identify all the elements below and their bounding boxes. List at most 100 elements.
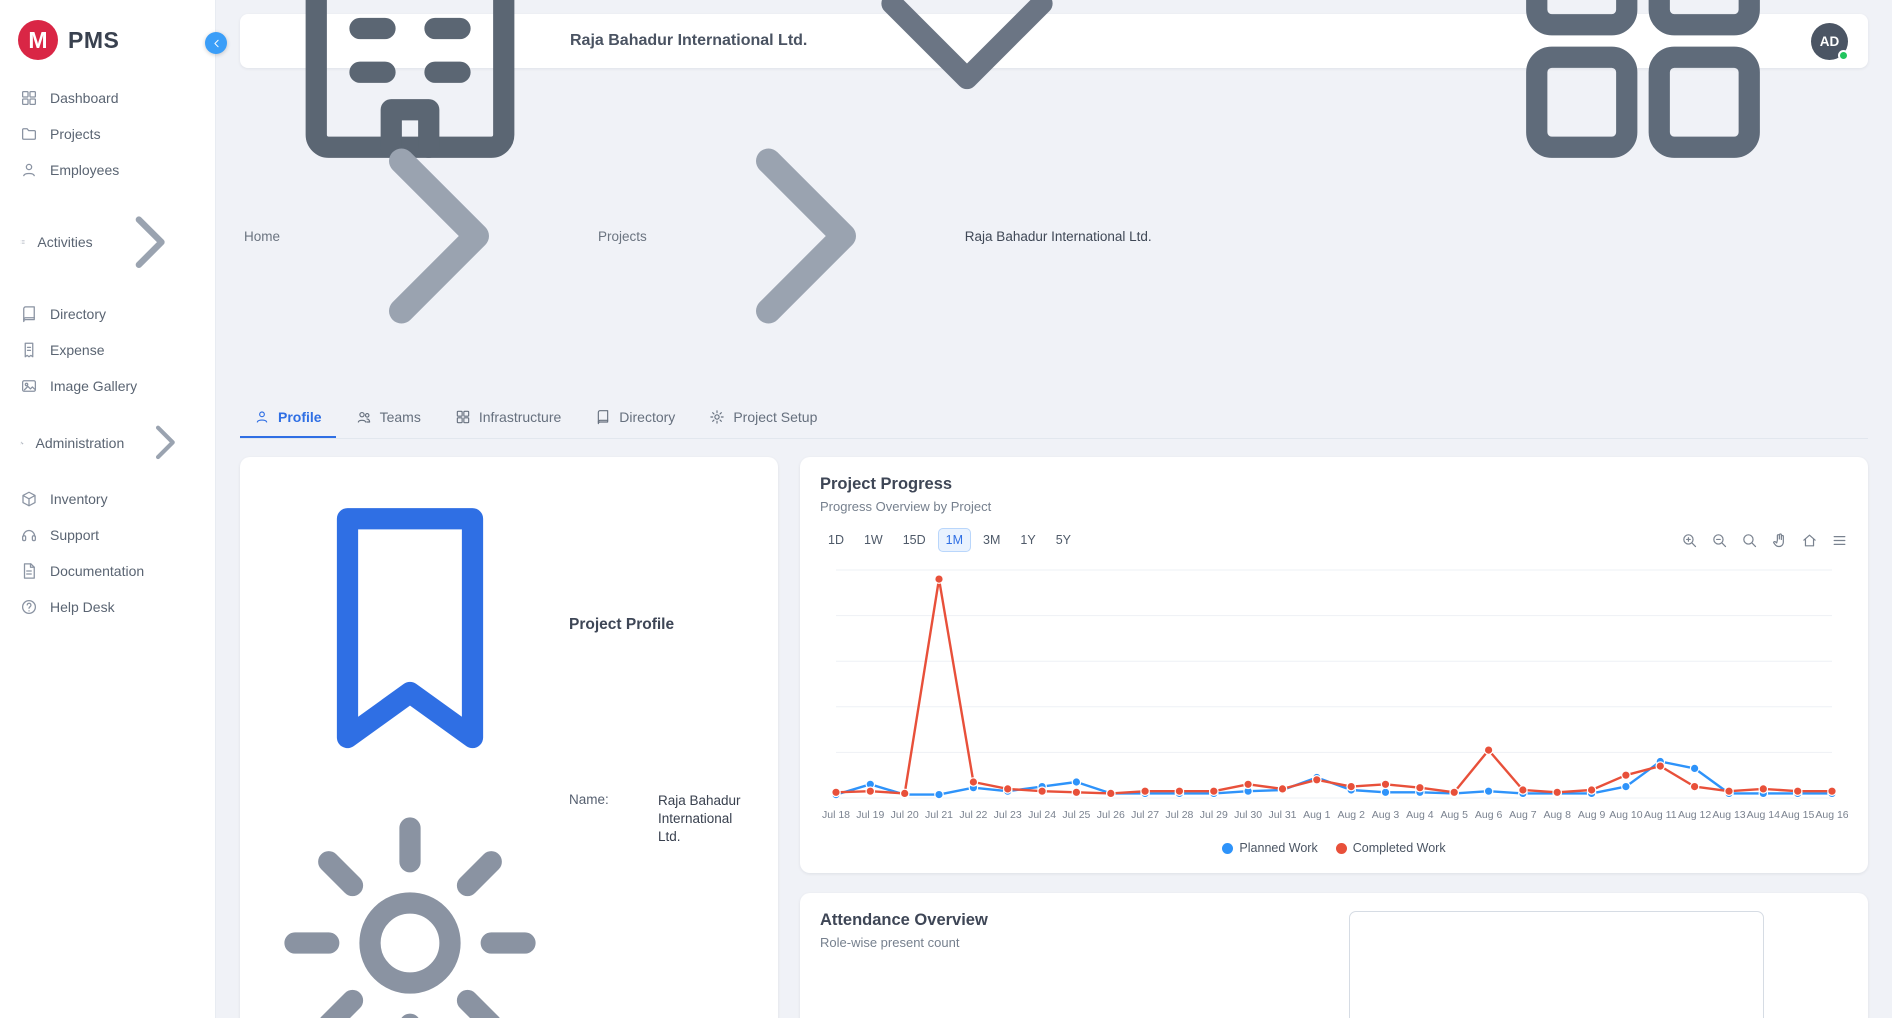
sidebar-item-label: Projects (50, 126, 101, 142)
field-label: Name: (569, 792, 649, 807)
menu-button[interactable] (1831, 532, 1848, 549)
selection-zoom-icon (1741, 532, 1758, 549)
svg-text:Aug 10: Aug 10 (1609, 809, 1642, 821)
range-1w-button[interactable]: 1W (856, 528, 891, 552)
documentation-icon (20, 562, 38, 580)
card-header: Project Progress Progress Overview by Pr… (820, 475, 1848, 514)
avatar[interactable]: AD (1811, 23, 1848, 60)
expense-icon (20, 341, 38, 359)
home-button[interactable] (1801, 532, 1818, 549)
svg-text:Jul 27: Jul 27 (1131, 809, 1159, 821)
svg-text:Jul 18: Jul 18 (822, 809, 850, 821)
sidebar-item-projects[interactable]: Projects (0, 116, 215, 152)
zoom-out-icon (1711, 532, 1728, 549)
svg-text:Aug 1: Aug 1 (1303, 809, 1331, 821)
card-title-text: Project Progress (820, 475, 1848, 494)
svg-text:Jul 22: Jul 22 (959, 809, 987, 821)
sidebar-item-documentation[interactable]: Documentation (0, 553, 215, 589)
legend-completed-work[interactable]: Completed Work (1336, 841, 1446, 855)
sidebar-item-dashboard[interactable]: Dashboard (0, 80, 215, 116)
sidebar: M PMS Dashboard Projects Employees Activiti… (0, 0, 216, 1018)
chevron-right-icon (105, 197, 195, 287)
progress-line-chart[interactable]: Jul 18Jul 19Jul 20Jul 21Jul 22Jul 23Jul … (820, 558, 1848, 833)
svg-text:Jul 20: Jul 20 (891, 809, 919, 821)
breadcrumb-item-home[interactable]: Home (244, 229, 280, 244)
legend-label: Completed Work (1353, 841, 1446, 855)
tab-profile[interactable]: Profile (240, 398, 336, 438)
sidebar-item-label: Administration (36, 435, 125, 451)
sidebar-item-support[interactable]: Support (0, 517, 215, 553)
svg-text:Aug 15: Aug 15 (1781, 809, 1814, 821)
chart-toolbar (1681, 532, 1848, 549)
date-range-select[interactable]: Last 7 Days (1349, 911, 1764, 1018)
help-desk-icon (20, 598, 38, 616)
svg-text:Aug 2: Aug 2 (1337, 809, 1365, 821)
tab-teams[interactable]: Teams (342, 398, 435, 438)
legend-planned-work[interactable]: Planned Work (1222, 841, 1317, 855)
tab-bar: Profile TeamsInfrastructureDirectoryProje… (240, 398, 1868, 439)
svg-text:Jul 26: Jul 26 (1097, 809, 1125, 821)
sidebar-item-employees[interactable]: Employees (0, 152, 215, 188)
sidebar-item-help-desk[interactable]: Help Desk (0, 589, 215, 625)
sidebar-item-expense[interactable]: Expense (0, 332, 215, 368)
sidebar-item-directory[interactable]: Directory (0, 296, 215, 332)
svg-text:Aug 7: Aug 7 (1509, 809, 1537, 821)
zoom-in-button[interactable] (1681, 532, 1698, 549)
legend-dot-icon (1222, 843, 1233, 854)
tab-project-setup[interactable]: Project Setup (695, 398, 831, 438)
sidebar-collapse-button[interactable] (205, 32, 227, 54)
range-3m-button[interactable]: 3M (975, 528, 1008, 552)
tab-directory[interactable]: Directory (581, 398, 689, 438)
image-gallery-icon (20, 377, 38, 395)
range-1y-button[interactable]: 1Y (1012, 528, 1043, 552)
inventory-icon (20, 490, 38, 508)
home-icon (1801, 532, 1818, 549)
chevron-right-icon (136, 413, 195, 472)
svg-text:Jul 30: Jul 30 (1234, 809, 1262, 821)
activities-icon (20, 233, 25, 251)
tab-infrastructure[interactable]: Infrastructure (441, 398, 575, 438)
sidebar-item-label: Activities (37, 234, 92, 250)
range-15d-button[interactable]: 15D (895, 528, 934, 552)
range-1m-button[interactable]: 1M (938, 528, 971, 552)
attendance-controls: Last 7 Days (1349, 911, 1848, 1018)
employees-icon (20, 161, 38, 179)
svg-text:Jul 19: Jul 19 (856, 809, 884, 821)
sidebar-item-inventory[interactable]: Inventory (0, 481, 215, 517)
attendance-overview-card: Attendance Overview Role-wise present co… (800, 893, 1868, 1018)
pan-button[interactable] (1771, 532, 1788, 549)
svg-text:Jul 23: Jul 23 (994, 809, 1022, 821)
profile-field-name: Name:Raja Bahadur International Ltd. (260, 785, 758, 1018)
topbar: Raja Bahadur International Ltd. AD (240, 14, 1868, 68)
zoom-out-button[interactable] (1711, 532, 1728, 549)
time-range-buttons: 1D1W15D1M3M1Y5Y (820, 528, 1079, 552)
line-chart-legend: Planned Work Completed Work (820, 841, 1848, 855)
breadcrumb-item-projects[interactable]: Projects (598, 229, 647, 244)
tab-label: Profile (278, 409, 322, 425)
selection-zoom-button[interactable] (1741, 532, 1758, 549)
sidebar-item-image-gallery[interactable]: Image Gallery (0, 368, 215, 404)
svg-text:Jul 24: Jul 24 (1028, 809, 1056, 821)
app-root: M PMS Dashboard Projects Employees Activiti… (0, 0, 1892, 1018)
svg-text:Jul 29: Jul 29 (1200, 809, 1228, 821)
range-1d-button[interactable]: 1D (820, 528, 852, 552)
logo-icon: M (18, 20, 58, 60)
sidebar-item-label: Image Gallery (50, 378, 137, 394)
chevron-right-icon (289, 86, 589, 386)
app-logo[interactable]: M PMS (0, 12, 215, 80)
sidebar-item-administration[interactable]: Administration (0, 404, 215, 481)
svg-text:Aug 6: Aug 6 (1475, 809, 1503, 821)
svg-text:Aug 11: Aug 11 (1644, 809, 1677, 821)
card-subtitle: Role-wise present count (820, 935, 988, 950)
range-5y-button[interactable]: 5Y (1048, 528, 1079, 552)
gear-icon (260, 793, 560, 1018)
svg-text:Jul 31: Jul 31 (1268, 809, 1296, 821)
sidebar-item-label: Support (50, 527, 99, 543)
company-name: Raja Bahadur International Ltd. (570, 32, 807, 50)
administration-icon (20, 434, 24, 452)
sidebar-item-activities[interactable]: Activities (0, 188, 215, 296)
right-column: Project Progress Progress Overview by Pr… (800, 457, 1868, 1018)
page-content: Project Profile Name:Raja Bahadur Intern… (240, 457, 1868, 1018)
pan-icon (1771, 532, 1788, 549)
chevron-down-icon (1451, 919, 1751, 1018)
